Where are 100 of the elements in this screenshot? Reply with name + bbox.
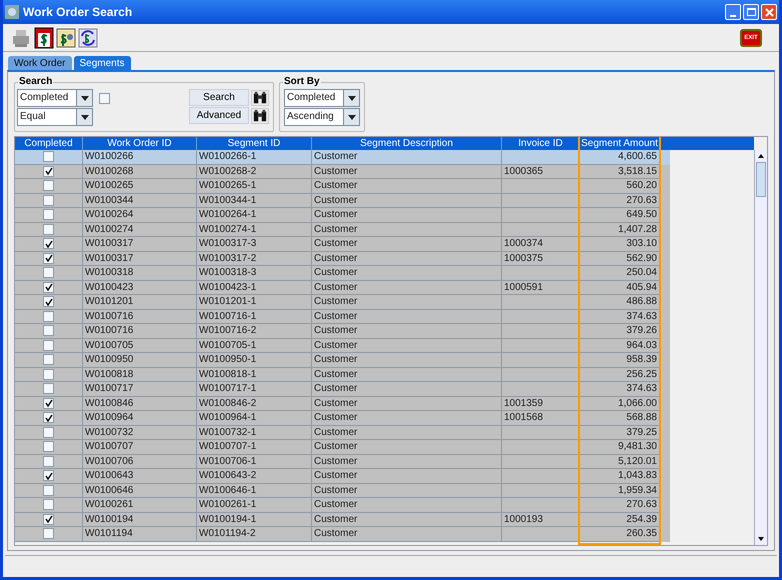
dropdown[interactable]: Ascending	[284, 108, 360, 126]
table-cell: W0100705-1	[199, 340, 256, 350]
checkbox[interactable]	[43, 456, 54, 467]
table-row[interactable]: W0100950 W0100950-1 Customer 958.39	[15, 353, 670, 368]
table-row[interactable]: W0100716 W0100716-1 Customer 374.63	[15, 310, 670, 324]
checkbox[interactable]	[43, 282, 54, 293]
table-row[interactable]: W0100964 W0100964-1 Customer 1001568 568.88	[15, 411, 670, 426]
table-row[interactable]: W0100643 W0100643-2 Customer 1,043.83	[15, 469, 670, 484]
table-row[interactable]: W0100705 W0100705-1 Customer 964.03	[15, 338, 670, 353]
table-cell: W0100705	[85, 340, 134, 350]
table-cell: 1000375	[504, 252, 543, 264]
checkbox[interactable]	[43, 499, 54, 510]
table-row[interactable]: W0101201 W0101201-1 Customer 486.88	[15, 295, 670, 310]
checkbox[interactable]	[43, 267, 54, 278]
advanced-button[interactable]: Advanced	[189, 107, 249, 124]
table-row[interactable]: W0100423 W0100423-1 Customer 1000591 405.94	[15, 280, 670, 295]
checkbox[interactable]	[43, 354, 54, 366]
checkbox[interactable]	[43, 238, 54, 250]
table-row[interactable]: W0100707 W0100707-1 Customer 9,481.30	[15, 440, 670, 454]
table-cell: Customer	[314, 224, 358, 234]
checkbox[interactable]	[43, 166, 54, 177]
table-cell: 1,066.00	[618, 398, 657, 408]
table-row[interactable]: W0100261 W0100261-1 Customer 270.63	[15, 498, 670, 512]
tab[interactable]: Work Order	[8, 56, 72, 70]
table-row[interactable]: W0100266 W0100266-1 Customer 4,600.65	[15, 150, 670, 164]
checkbox[interactable]	[43, 441, 54, 452]
checkbox[interactable]	[43, 252, 54, 264]
money-card-icon[interactable]	[56, 28, 76, 48]
checkbox[interactable]	[43, 296, 54, 308]
checkbox[interactable]	[43, 325, 54, 336]
table-cell: 1000365	[504, 166, 543, 176]
table-row[interactable]: W0100317 W0100317-3 Customer 1000374 303.10	[15, 237, 670, 252]
binoculars-icon[interactable]	[251, 90, 269, 106]
checkbox[interactable]	[43, 209, 54, 220]
table-cell: W0100266	[85, 151, 134, 162]
checkbox[interactable]	[43, 484, 54, 496]
table-cell: W0100950-1	[199, 354, 256, 365]
minimize-button[interactable]	[725, 4, 741, 20]
table-row[interactable]: W0100264 W0100264-1 Customer 649.50	[15, 208, 670, 222]
money-refresh-icon[interactable]	[78, 28, 98, 48]
search-button[interactable]: Search	[189, 89, 249, 106]
table-cell: 560.20	[626, 180, 657, 191]
table-cell: W0100317-3	[199, 238, 256, 249]
dropdown[interactable]: Completed	[284, 89, 360, 107]
table-row[interactable]: W0100265 W0100265-1 Customer 560.20	[15, 179, 670, 194]
table-row[interactable]: W0100846 W0100846-2 Customer 1001359 1,066.00	[15, 396, 670, 411]
checkbox[interactable]	[43, 310, 54, 322]
table-cell: Customer	[314, 383, 358, 394]
maximize-button[interactable]	[743, 4, 759, 20]
table-row[interactable]: W0101194 W0101194-2 Customer 260.35	[15, 527, 670, 542]
table-cell: 9,481.30	[618, 441, 657, 452]
table-cell: W0100706-1	[199, 456, 256, 466]
table-cell: W0101194-2	[199, 528, 256, 539]
money-icon[interactable]	[34, 26, 54, 48]
checkbox[interactable]	[43, 151, 54, 162]
table-cell: Customer	[314, 151, 358, 162]
checkbox[interactable]	[43, 426, 54, 438]
table-row[interactable]: W0100717 W0100717-1 Customer 374.63	[15, 382, 670, 396]
binoculars-icon[interactable]	[251, 108, 269, 124]
table-cell: 568.88	[626, 412, 657, 423]
scroll-thumb[interactable]	[756, 162, 766, 197]
table-cell: Customer	[314, 412, 358, 423]
checkbox[interactable]	[43, 340, 54, 351]
dropdown[interactable]: Completed	[17, 89, 93, 107]
tab[interactable]: Segments	[74, 56, 131, 70]
scrollbar[interactable]	[754, 150, 767, 545]
checkbox[interactable]	[43, 368, 54, 380]
table-cell: 379.26	[626, 325, 657, 336]
checkbox[interactable]	[43, 180, 54, 192]
table-row[interactable]: W0100268 W0100268-2 Customer 1000365 3,518.15	[15, 164, 670, 179]
checkbox[interactable]	[43, 470, 54, 482]
checkbox[interactable]	[43, 383, 54, 394]
checkbox[interactable]	[43, 528, 54, 540]
table-cell: Customer	[314, 499, 358, 510]
checkbox[interactable]	[43, 398, 54, 409]
table-row[interactable]: W0100344 W0100344-1 Customer 270.63	[15, 194, 670, 208]
checkbox[interactable]	[99, 92, 110, 104]
checkbox[interactable]	[43, 412, 54, 424]
table-row[interactable]: W0100274 W0100274-1 Customer 1,407.28	[15, 222, 670, 237]
table-cell: 1,407.28	[618, 224, 657, 234]
checkbox[interactable]	[43, 224, 54, 235]
table-cell: Customer	[314, 296, 358, 307]
dropdown[interactable]: Equal	[17, 108, 93, 126]
table-row[interactable]: W0100706 W0100706-1 Customer 5,120.01	[15, 454, 670, 469]
table-row[interactable]: W0100716 W0100716-2 Customer 379.26	[15, 324, 670, 338]
close-icon	[764, 8, 774, 16]
table-row[interactable]: W0100318 W0100318-3 Customer 250.04	[15, 266, 670, 280]
table-cell: W0100261	[85, 499, 134, 510]
table-cell: W0100846	[85, 398, 134, 408]
table-cell: W0100266-1	[199, 151, 256, 162]
checkbox[interactable]	[43, 194, 54, 206]
table-row[interactable]: W0100646 W0100646-1 Customer 1,959.34	[15, 484, 670, 498]
table-row[interactable]: W0100732 W0100732-1 Customer 379.25	[15, 426, 670, 440]
caret-icon	[348, 96, 356, 100]
checkbox[interactable]	[43, 514, 54, 525]
table-row[interactable]: W0100317 W0100317-2 Customer 1000375 562.90	[15, 252, 670, 266]
table-cell: W0100964	[85, 412, 134, 423]
table-row[interactable]: W0100194 W0100194-1 Customer 1000193 254.39	[15, 512, 670, 527]
table-row[interactable]: W0100818 W0100818-1 Customer 256.25	[15, 368, 670, 382]
close-button[interactable]	[761, 4, 777, 20]
